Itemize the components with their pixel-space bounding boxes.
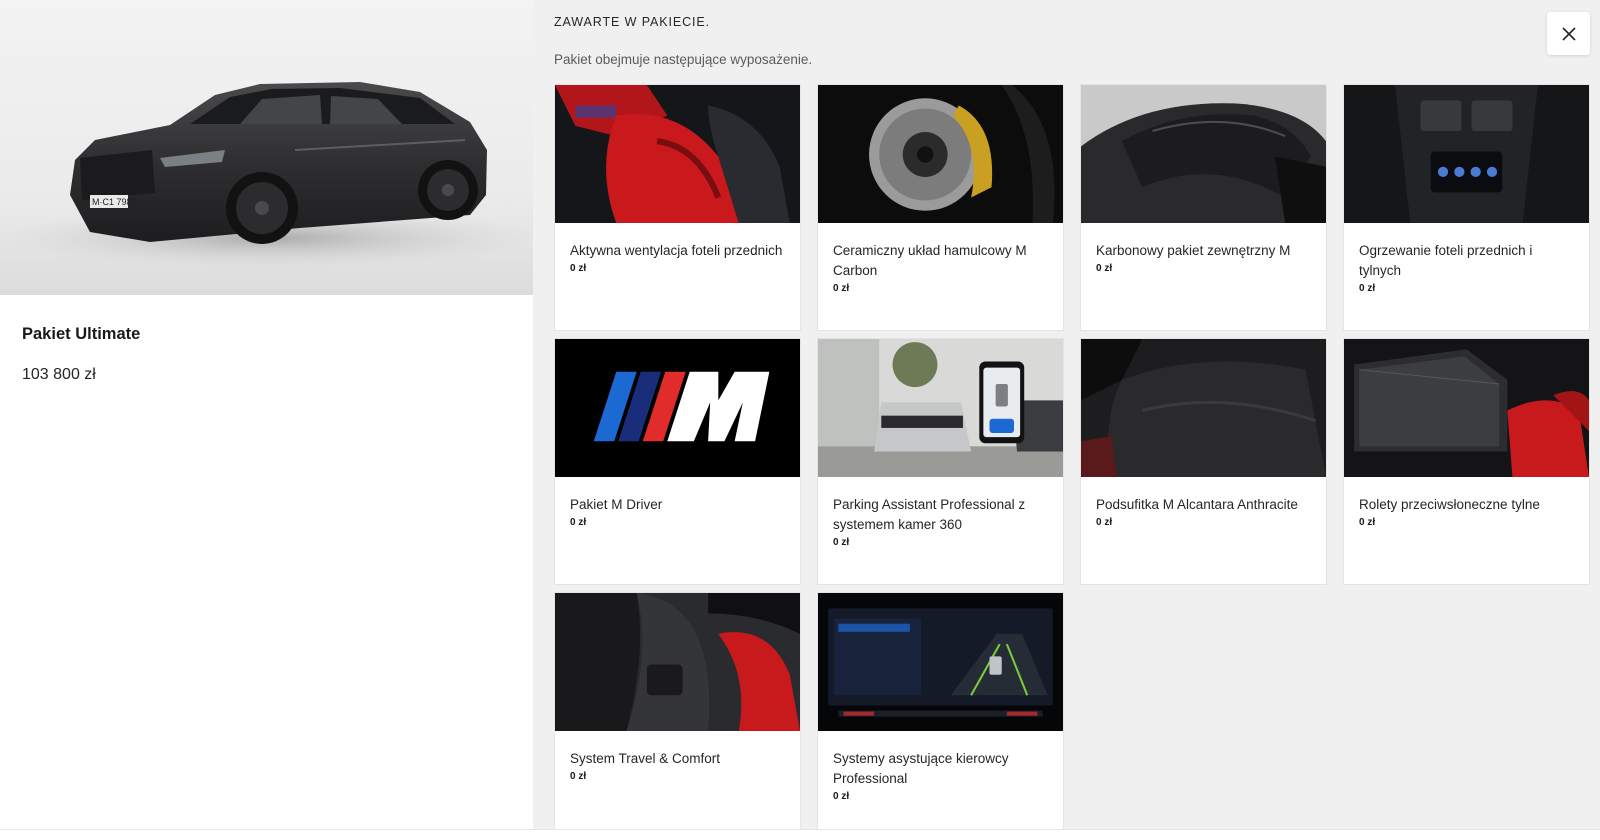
equipment-price: 0 zł [1359,517,1376,528]
equipment-price: 0 zł [1096,263,1113,274]
equipment-price: 0 zł [570,771,587,782]
equipment-price: 0 zł [833,537,850,548]
brake-disc-photo [818,85,1063,223]
section-subtitle: Pakiet obejmuje następujące wyposażenie. [554,52,813,67]
equipment-card[interactable]: Aktywna wentylacja foteli przednich 0 zł [554,84,801,331]
equipment-card[interactable]: System Travel & Comfort 0 zł [554,592,801,839]
equipment-price: 0 zł [570,263,587,274]
equipment-card[interactable]: Systemy asystujące kierowcy Professional… [817,592,1064,839]
equipment-card[interactable]: Pakiet M Driver 0 zł [554,338,801,585]
m-logo [555,339,800,477]
package-summary-panel: M·C1 798E Pakiet Ultimate 103 800 zł [0,0,533,829]
parking-app-photo [818,339,1063,477]
close-icon [1561,26,1576,41]
equipment-title: Ogrzewanie foteli przednich i tylnych [1359,243,1533,278]
seat-back-photo [555,593,800,731]
equipment-card[interactable]: Podsufitka M Alcantara Anthracite 0 zł [1080,338,1327,585]
equipment-price: 0 zł [570,517,587,528]
red-seat-photo [555,85,800,223]
equipment-title: Aktywna wentylacja foteli przednich [570,243,783,258]
car-hero-image: M·C1 798E [0,0,533,295]
equipment-price: 0 zł [1359,283,1376,294]
equipment-title: Ceramiczny układ hamulcowy M Carbon [833,243,1027,278]
driver-assist-display-photo [818,593,1063,731]
equipment-title: Podsufitka M Alcantara Anthracite [1096,497,1298,512]
bottom-divider [0,829,1600,840]
equipment-title: Pakiet M Driver [570,497,663,512]
equipment-price: 0 zł [833,791,850,802]
equipment-price: 0 zł [833,283,850,294]
package-contents-panel: ZAWARTE W PAKIECIE. Pakiet obejmuje nast… [533,0,1600,839]
sunblind-photo [1344,339,1589,477]
equipment-title: Karbonowy pakiet zewnętrzny M [1096,243,1291,258]
package-name: Pakiet Ultimate [22,325,141,343]
close-button[interactable] [1547,12,1590,55]
equipment-card[interactable]: Parking Assistant Professional z systeme… [817,338,1064,585]
headliner-photo [1081,339,1326,477]
equipment-title: Parking Assistant Professional z systeme… [833,497,1026,532]
license-plate: M·C1 798E [92,197,138,207]
equipment-card[interactable]: Karbonowy pakiet zewnętrzny M 0 zł [1080,84,1327,331]
rear-climate-panel-photo [1344,85,1589,223]
equipment-grid: Aktywna wentylacja foteli przednich 0 zł… [554,84,1590,839]
equipment-card[interactable]: Rolety przeciwsłoneczne tylne 0 zł [1343,338,1590,585]
equipment-card[interactable]: Ogrzewanie foteli przednich i tylnych 0 … [1343,84,1590,331]
equipment-title: Systemy asystujące kierowcy Professional [833,751,1009,786]
equipment-card[interactable]: Ceramiczny układ hamulcowy M Carbon 0 zł [817,84,1064,331]
package-price: 103 800 zł [22,366,96,383]
carbon-roof-photo [1081,85,1326,223]
equipment-price: 0 zł [1096,517,1113,528]
equipment-title: Rolety przeciwsłoneczne tylne [1359,497,1540,512]
section-title: ZAWARTE W PAKIECIE. [554,15,711,29]
equipment-title: System Travel & Comfort [570,751,721,766]
